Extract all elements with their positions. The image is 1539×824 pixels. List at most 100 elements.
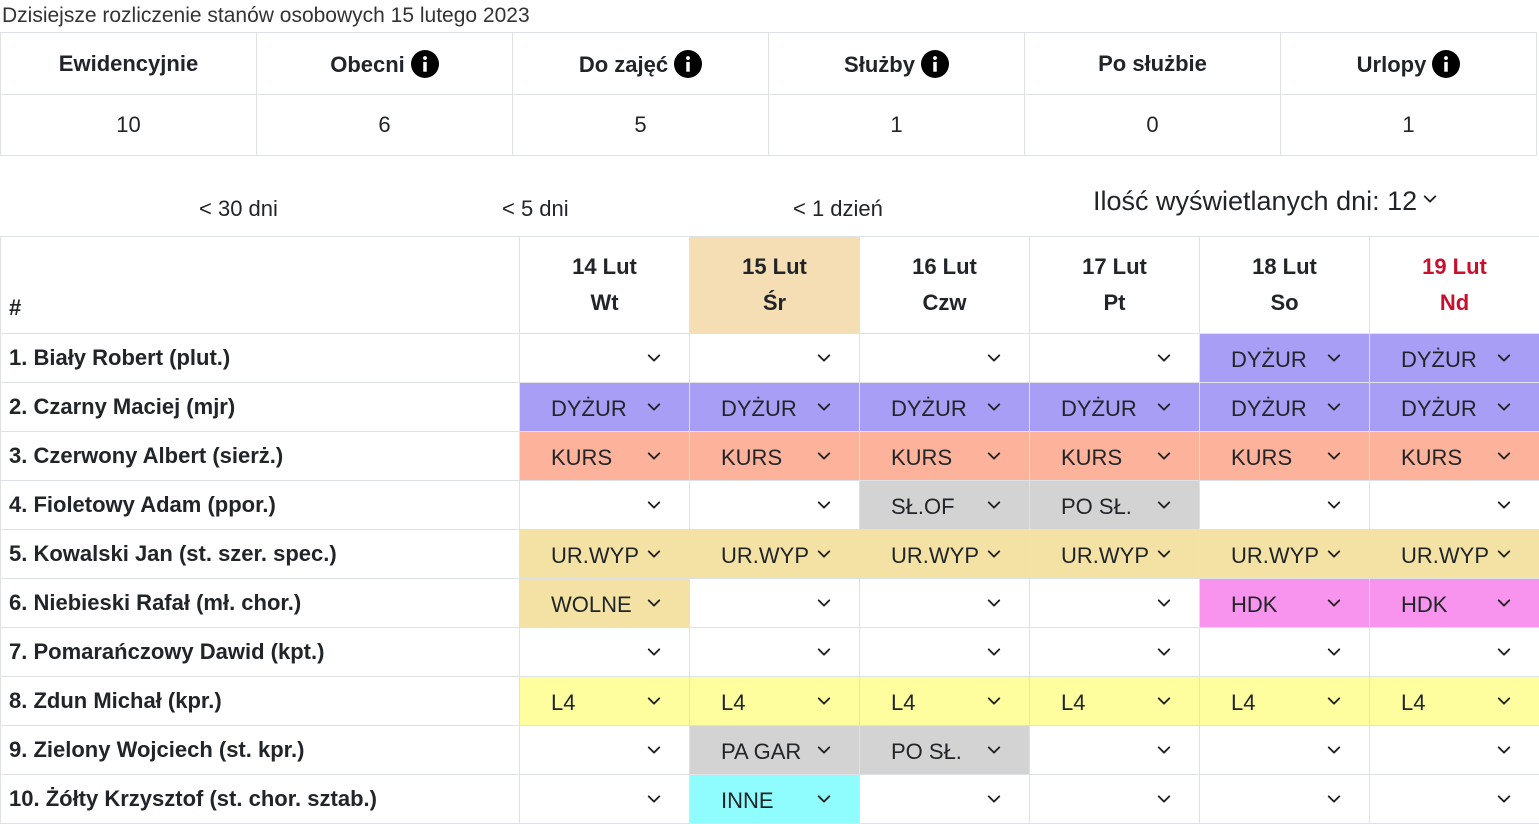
status-select[interactable] [520,481,690,530]
table-row: 2. Czarny Maciej (mjr)DYŻURDYŻURDYŻURDYŻ… [1,383,1539,432]
status-value: L4 [1231,690,1255,716]
status-select[interactable] [1200,775,1370,824]
status-select[interactable] [520,775,690,824]
status-select[interactable]: WOLNE [520,579,690,628]
status-select[interactable]: L4 [1370,677,1539,726]
status-select[interactable] [1200,726,1370,775]
status-select[interactable]: L4 [690,677,860,726]
status-select[interactable]: L4 [1200,677,1370,726]
status-select[interactable]: KURS [1200,432,1370,481]
status-select[interactable] [1030,726,1200,775]
person-name: 8. Zdun Michał (kpr.) [1,677,520,726]
nav-back-1-day-link[interactable]: < 1 dzień [793,196,883,222]
status-select[interactable]: KURS [520,432,690,481]
day-header-date: 17 Lut [1030,249,1199,285]
status-select[interactable] [1030,628,1200,677]
chevron-down-icon [1497,449,1511,463]
info-icon[interactable] [1432,50,1460,78]
summary-value-do-zajec: 5 [513,95,769,156]
chevron-down-icon [1157,596,1171,610]
status-select[interactable] [1200,628,1370,677]
status-value: L4 [891,690,915,716]
status-select[interactable] [1200,481,1370,530]
status-select[interactable] [1030,334,1200,383]
status-select[interactable] [1370,726,1539,775]
status-select[interactable] [860,334,1030,383]
schedule-body: 1. Biały Robert (plut.)DYŻURDYŻUR2. Czar… [1,334,1539,824]
status-select[interactable]: DYŻUR [1200,383,1370,432]
status-select[interactable] [1370,775,1539,824]
status-select[interactable] [1370,481,1539,530]
status-select[interactable]: UR.WYP [860,530,1030,579]
status-select[interactable]: INNE [690,775,860,824]
chevron-down-icon [817,645,831,659]
status-select[interactable]: HDK [1370,579,1539,628]
table-row: 8. Zdun Michał (kpr.)L4L4L4L4L4L4 [1,677,1539,726]
status-select[interactable]: DYŻUR [1370,334,1539,383]
nav-back-5-days-link[interactable]: < 5 dni [502,196,569,222]
status-select[interactable]: UR.WYP [520,530,690,579]
chevron-down-icon [817,400,831,414]
table-row: 3. Czerwony Albert (sierż.)KURSKURSKURSK… [1,432,1539,481]
status-select[interactable]: KURS [1370,432,1539,481]
status-select[interactable]: PO SŁ. [860,726,1030,775]
status-select[interactable] [520,628,690,677]
status-value: UR.WYP [721,543,809,569]
info-icon[interactable] [674,50,702,78]
day-header-date: 15 Lut [690,249,859,285]
info-icon[interactable] [921,50,949,78]
status-select[interactable] [1370,628,1539,677]
status-select[interactable]: DYŻUR [690,383,860,432]
status-select[interactable] [690,481,860,530]
status-select[interactable]: HDK [1200,579,1370,628]
status-select[interactable] [860,628,1030,677]
status-select[interactable]: DYŻUR [520,383,690,432]
status-select[interactable] [860,579,1030,628]
nav-back-30-days-link[interactable]: < 30 dni [199,196,278,222]
status-select[interactable]: DYŻUR [1030,383,1200,432]
days-count-select[interactable]: Ilość wyświetlanych dni: 12 [1093,186,1437,217]
status-value: DYŻUR [721,396,797,422]
chevron-down-icon [1157,645,1171,659]
status-select[interactable] [1030,775,1200,824]
status-select[interactable]: UR.WYP [690,530,860,579]
chevron-down-icon [1423,192,1437,206]
summary-value-ewidencyjnie: 10 [1,95,257,156]
status-select[interactable] [690,628,860,677]
status-select[interactable]: L4 [520,677,690,726]
chevron-down-icon [647,792,661,806]
status-select[interactable] [1030,579,1200,628]
table-row: 9. Zielony Wojciech (st. kpr.)PA GARPO S… [1,726,1539,775]
status-select[interactable]: L4 [1030,677,1200,726]
status-value: INNE [721,788,774,814]
status-select[interactable]: KURS [690,432,860,481]
status-select[interactable]: UR.WYP [1030,530,1200,579]
status-select[interactable]: UR.WYP [1370,530,1539,579]
summary-header-ewidencyjnie: Ewidencyjnie [1,33,257,95]
chevron-down-icon [1497,547,1511,561]
person-name: 10. Żółty Krzysztof (st. chor. sztab.) [1,775,520,824]
status-select[interactable]: PO SŁ. [1030,481,1200,530]
status-select[interactable]: DYŻUR [1370,383,1539,432]
status-select[interactable] [860,775,1030,824]
status-value: DYŻUR [1401,347,1477,373]
status-select[interactable] [520,726,690,775]
status-select[interactable]: DYŻUR [860,383,1030,432]
chevron-down-icon [647,645,661,659]
status-select[interactable] [690,579,860,628]
status-select[interactable]: DYŻUR [1200,334,1370,383]
chevron-down-icon [1327,547,1341,561]
status-value: DYŻUR [1231,347,1307,373]
status-select[interactable]: KURS [1030,432,1200,481]
info-icon[interactable] [411,50,439,78]
status-select[interactable] [690,334,860,383]
status-select[interactable] [520,334,690,383]
chevron-down-icon [1497,743,1511,757]
status-select[interactable]: UR.WYP [1200,530,1370,579]
summary-header-label: Ewidencyjnie [59,51,198,76]
status-select[interactable]: PA GAR [690,726,860,775]
status-select[interactable]: SŁ.OF [860,481,1030,530]
day-header-sunday: 19 LutNd [1370,237,1539,334]
status-select[interactable]: L4 [860,677,1030,726]
status-select[interactable]: KURS [860,432,1030,481]
